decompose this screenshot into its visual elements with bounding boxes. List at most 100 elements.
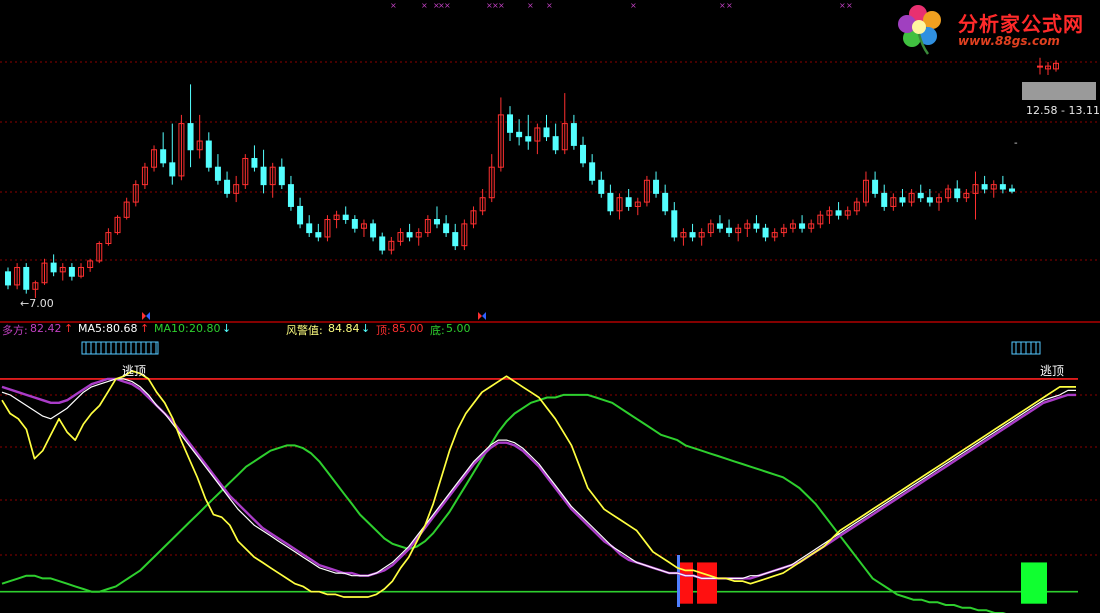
signal-bar-1 (697, 562, 717, 604)
candle-body-72 (662, 192, 669, 212)
candle-body-41 (379, 236, 386, 251)
bottom-label: 底: (430, 324, 445, 337)
ma10-value: 20.80 (189, 322, 221, 335)
candle-body-55 (507, 114, 513, 133)
top-label: 顶: (376, 324, 391, 337)
candle-body-91 (835, 210, 842, 216)
signal-bar-edge (677, 555, 680, 607)
divider-markers: - (142, 138, 1018, 320)
top-marker-13: × (839, 1, 846, 10)
warn-arrow: ↓ (361, 322, 371, 335)
candle-body-57 (525, 136, 532, 142)
candle-body-101 (926, 197, 933, 203)
candle-body-100 (917, 192, 924, 199)
candle-body-60 (552, 136, 559, 151)
top-marker-1: × (421, 1, 428, 10)
candle-body-71 (653, 179, 660, 194)
escape-top-label-1: 逃顶 (122, 364, 147, 378)
logo-url[interactable]: www.88gs.com (958, 34, 1060, 48)
indicator-lines (1, 370, 1076, 613)
candle-body-78 (716, 223, 723, 229)
warn-label: 风警值: (286, 324, 323, 337)
candle-body-104 (954, 188, 961, 199)
div-marker-b-0 (146, 312, 150, 320)
candle-body-48 (443, 223, 450, 234)
top-markers: × × ×× × × × × × × × × × × × (390, 1, 853, 10)
candle-body-109 (999, 184, 1006, 190)
candle-body-110 (1009, 188, 1015, 192)
candle-body-28 (260, 166, 267, 186)
candle-body-18 (169, 162, 176, 177)
candle-body-87 (799, 223, 806, 229)
candle-body-73 (671, 210, 678, 238)
candle-body-33 (306, 223, 313, 234)
candle-body-66 (607, 192, 614, 212)
low-price-label: ←7.00 (20, 297, 54, 310)
candle-body-40 (370, 223, 377, 238)
latest-candles (1037, 57, 1059, 75)
candle-body-107 (981, 184, 988, 190)
signal-bar-2 (1021, 562, 1047, 604)
range-box (1022, 82, 1096, 100)
chart-stage: × × × × × × × × × × × × × × × - 分析家公式网 www.88gs.com 12… (0, 0, 1100, 613)
candle-body-47 (433, 219, 440, 225)
candle-body-79 (726, 227, 733, 234)
line-风警值 (1, 393, 1007, 613)
duofang-arrow: ↑ (64, 322, 74, 335)
candle-body-34 (315, 232, 322, 238)
div-marker-r-1 (478, 312, 482, 320)
candle-body-17 (160, 149, 167, 164)
candle-body-32 (297, 205, 304, 225)
bottom-value: 5.00 (446, 322, 471, 335)
candle-body-0 (5, 271, 11, 286)
candle-body-65 (598, 179, 605, 194)
ma5-arrow: ↑ (140, 322, 150, 335)
candle-body-82 (753, 223, 760, 229)
candle-body-23 (214, 166, 221, 181)
top-marker-8: × (527, 1, 534, 10)
candle-body-63 (580, 144, 587, 164)
duofang-value: 82.42 (30, 322, 62, 335)
warn-value: 84.84 (328, 322, 360, 335)
top-marker-4: × (444, 1, 451, 10)
candle-body-30 (278, 166, 285, 186)
top-marker-7: × (498, 1, 505, 10)
candle-body-24 (224, 179, 231, 194)
candle-body-75 (689, 232, 696, 238)
ma10-label: MA10: (154, 322, 189, 335)
candle-body-31 (287, 184, 294, 207)
candle-body-96 (881, 192, 888, 207)
top-marker-0: × (390, 1, 397, 10)
top-marker-9: × (546, 1, 553, 10)
top-marker-10: × (630, 1, 637, 10)
candle-body-5 (50, 262, 57, 273)
candle-body-62 (570, 123, 577, 146)
top-boxes (81, 341, 1041, 355)
top-marker-11: × (719, 1, 726, 10)
candle-body-95 (872, 179, 879, 194)
candle-body-83 (762, 227, 769, 238)
dash-marker: - (1014, 138, 1018, 149)
top-marker-12: × (726, 1, 733, 10)
candle-body-22 (205, 140, 212, 168)
top-value: 85.00 (392, 322, 424, 335)
candle-body-44 (406, 232, 413, 238)
duofang-label: 多方: (2, 324, 28, 337)
candle-body-7 (68, 266, 75, 277)
candlestick-series (5, 84, 1015, 298)
ma5-value: 80.68 (106, 322, 138, 335)
div-marker-r-0 (142, 312, 146, 320)
ma5-label: MA5: (78, 322, 106, 335)
candle-body-56 (516, 131, 523, 138)
candle-body-37 (342, 214, 349, 221)
candle-body-68 (625, 197, 632, 207)
price-range-label: 12.58 - 13.11 (1026, 104, 1100, 117)
logo-title: 分析家公式网 (958, 12, 1084, 36)
candle-body-98 (899, 197, 906, 203)
candle-body-20 (187, 123, 194, 151)
candle-body-27 (251, 157, 258, 168)
div-marker-b-1 (482, 312, 486, 320)
candle-body-38 (351, 219, 358, 229)
top-marker-14: × (846, 1, 853, 10)
candle-body-2 (23, 266, 30, 290)
